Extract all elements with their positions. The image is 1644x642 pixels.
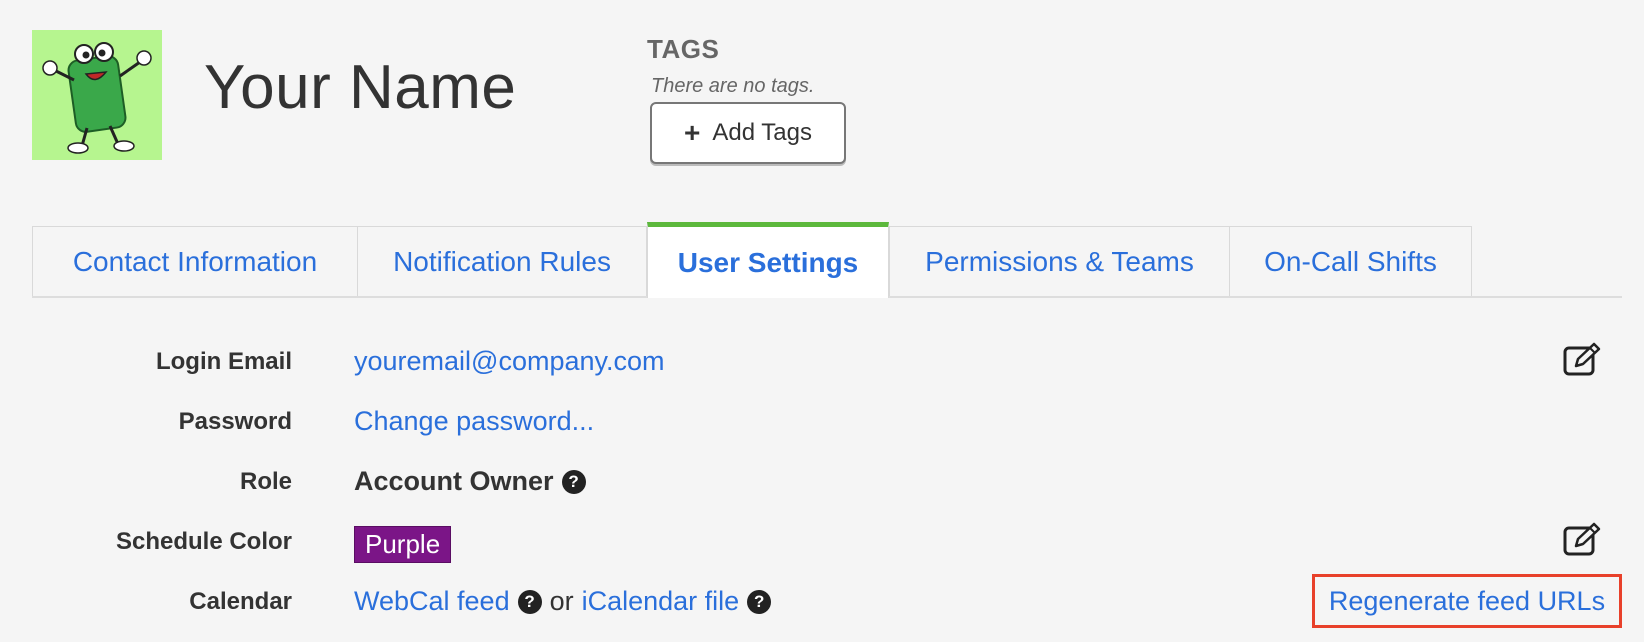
icalendar-file-link[interactable]: iCalendar file	[582, 586, 740, 617]
cartoon-mascot-icon	[32, 30, 162, 160]
login-email-row: Login Email youremail@company.com	[0, 340, 1644, 390]
password-row: Password Change password...	[0, 400, 1644, 450]
tab-notification-rules[interactable]: Notification Rules	[357, 226, 647, 296]
edit-icon[interactable]	[1562, 522, 1602, 558]
edit-icon[interactable]	[1562, 342, 1602, 378]
tab-user-settings[interactable]: User Settings	[647, 222, 889, 298]
calendar-label: Calendar	[189, 588, 292, 615]
schedule-color-label: Schedule Color	[115, 528, 292, 555]
regenerate-feed-urls-link[interactable]: Regenerate feed URLs	[1312, 574, 1622, 628]
tab-contact-information[interactable]: Contact Information	[32, 226, 358, 296]
tags-empty-text: There are no tags.	[651, 75, 815, 97]
login-email-label: Login Email	[155, 348, 292, 375]
schedule-color-row: Schedule Color Purple	[0, 520, 1644, 570]
help-icon[interactable]: ?	[517, 589, 542, 614]
plus-icon: +	[684, 117, 701, 148]
tab-permissions-teams[interactable]: Permissions & Teams	[889, 226, 1230, 296]
webcal-feed-link[interactable]: WebCal feed	[354, 586, 510, 617]
help-icon[interactable]: ?	[747, 589, 772, 614]
or-separator: or	[549, 586, 574, 616]
add-tags-button[interactable]: + Add Tags	[650, 102, 846, 164]
change-password-link[interactable]: Change password...	[354, 406, 594, 437]
role-value: Account Owner	[354, 466, 554, 496]
avatar	[32, 30, 162, 160]
password-label: Password	[178, 408, 292, 435]
add-tags-label: Add Tags	[712, 119, 812, 146]
role-label: Role	[239, 468, 292, 495]
login-email-link[interactable]: youremail@company.com	[354, 346, 665, 377]
tab-bar: Contact Information Notification Rules U…	[32, 222, 1622, 298]
schedule-color-badge: Purple	[354, 526, 452, 563]
user-name: Your Name	[204, 53, 517, 122]
tab-on-call-shifts[interactable]: On-Call Shifts	[1229, 226, 1472, 296]
calendar-row: Calendar WebCal feed ? or iCalendar file…	[0, 574, 1644, 630]
tags-title: TAGS	[647, 34, 720, 64]
role-row: Role Account Owner ?	[0, 460, 1644, 510]
help-icon[interactable]: ?	[561, 469, 586, 494]
